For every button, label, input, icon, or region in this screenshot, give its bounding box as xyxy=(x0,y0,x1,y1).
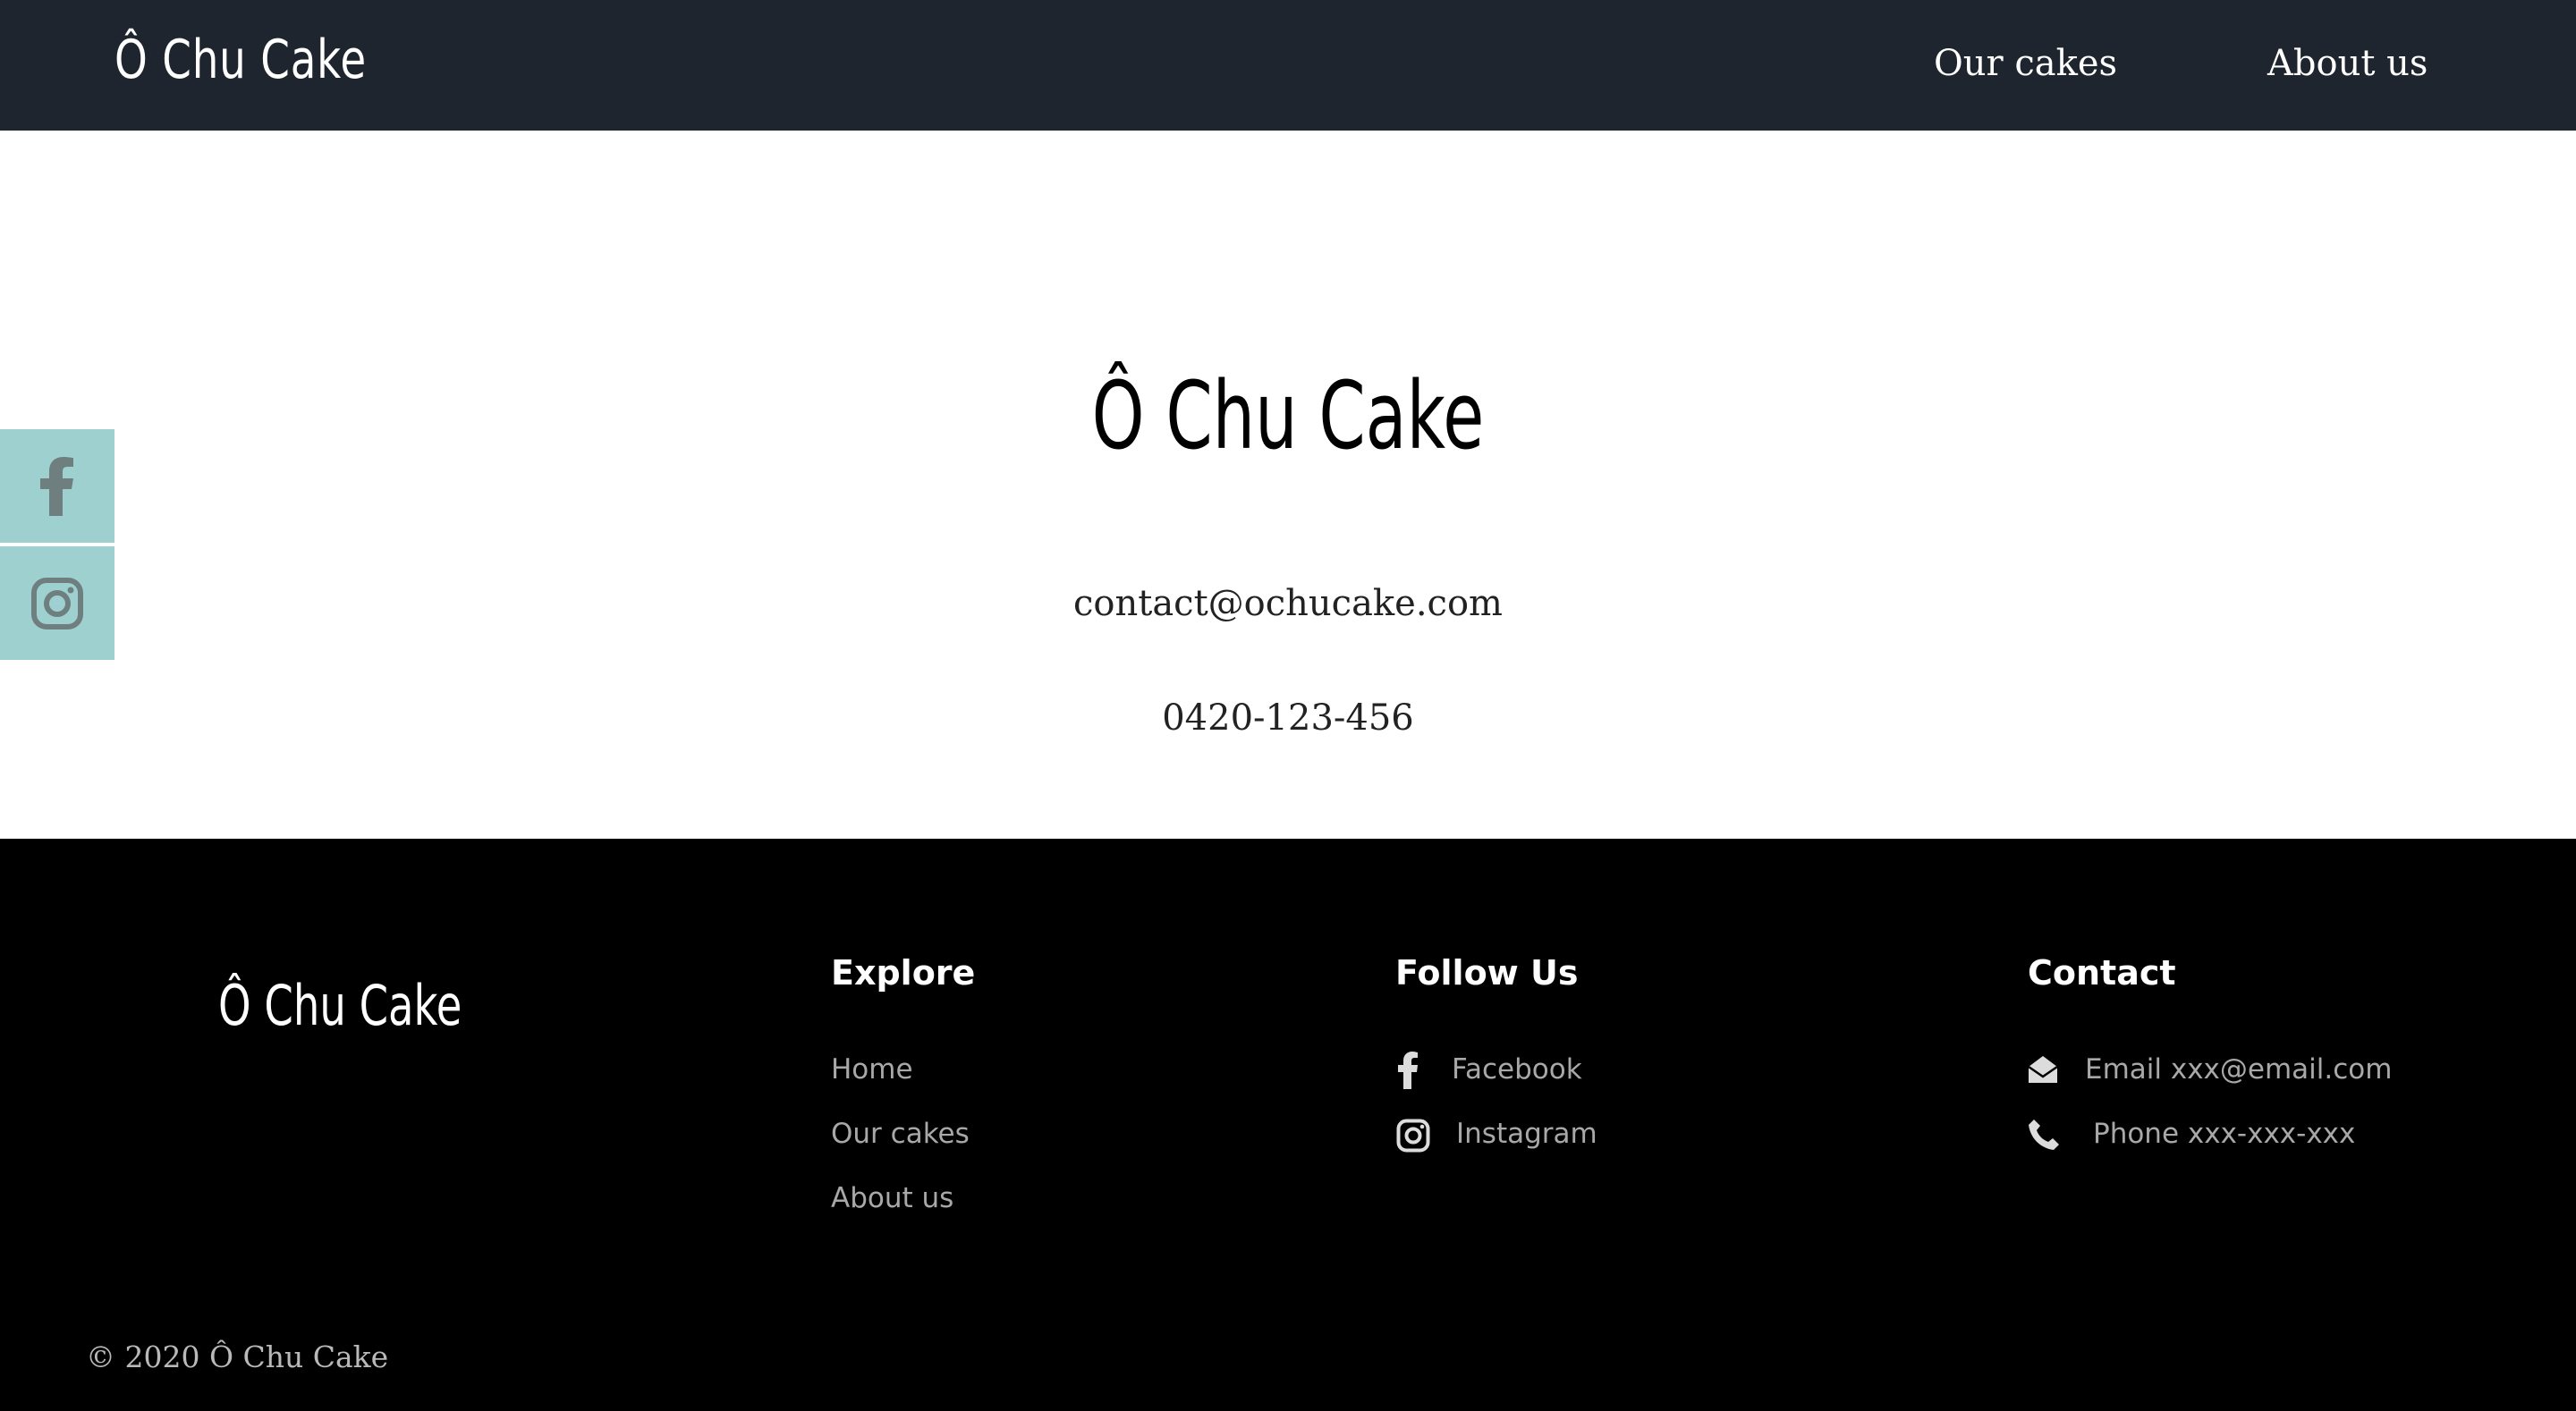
footer-contact-email[interactable]: Email xxx@email.com xyxy=(2085,1053,2392,1086)
footer-link-home[interactable]: Home xyxy=(831,1053,913,1086)
nav-logo[interactable]: Ô Chu Cake xyxy=(114,29,367,91)
sidebar-instagram-button[interactable] xyxy=(0,546,114,660)
footer-heading-explore: Explore xyxy=(831,953,976,993)
instagram-icon xyxy=(31,577,83,629)
footer-link-about-us[interactable]: About us xyxy=(831,1182,953,1214)
footer: Ô Chu Cake Explore Home Our cakes About … xyxy=(0,839,2576,1411)
sidebar-facebook-button[interactable] xyxy=(0,429,114,543)
footer-link-our-cakes[interactable]: Our cakes xyxy=(831,1118,970,1150)
footer-contact-phone[interactable]: Phone xxx-xxx-xxx xyxy=(2093,1118,2355,1150)
footer-heading-contact: Contact xyxy=(2028,953,2176,993)
contact-email[interactable]: contact@ochucake.com xyxy=(0,583,2576,624)
footer-link-instagram[interactable]: Instagram xyxy=(1456,1118,1597,1150)
hero-title: Ô Chu Cake xyxy=(1091,361,1485,470)
facebook-icon xyxy=(1398,1052,1418,1089)
footer-logo[interactable]: Ô Chu Cake xyxy=(218,973,462,1038)
footer-heading-follow: Follow Us xyxy=(1395,953,1579,993)
footer-link-facebook[interactable]: Facebook xyxy=(1452,1053,1582,1086)
instagram-icon xyxy=(1396,1119,1430,1153)
nav-link-about-us[interactable]: About us xyxy=(2267,43,2428,84)
contact-phone[interactable]: 0420-123-456 xyxy=(0,697,2576,739)
copyright: © 2020 Ô Chu Cake xyxy=(86,1339,389,1374)
navbar: Ô Chu Cake Our cakes About us xyxy=(0,0,2576,131)
phone-icon xyxy=(2029,1120,2059,1150)
nav-link-our-cakes[interactable]: Our cakes xyxy=(1934,43,2117,84)
facebook-icon xyxy=(40,456,73,516)
email-icon xyxy=(2028,1056,2058,1083)
